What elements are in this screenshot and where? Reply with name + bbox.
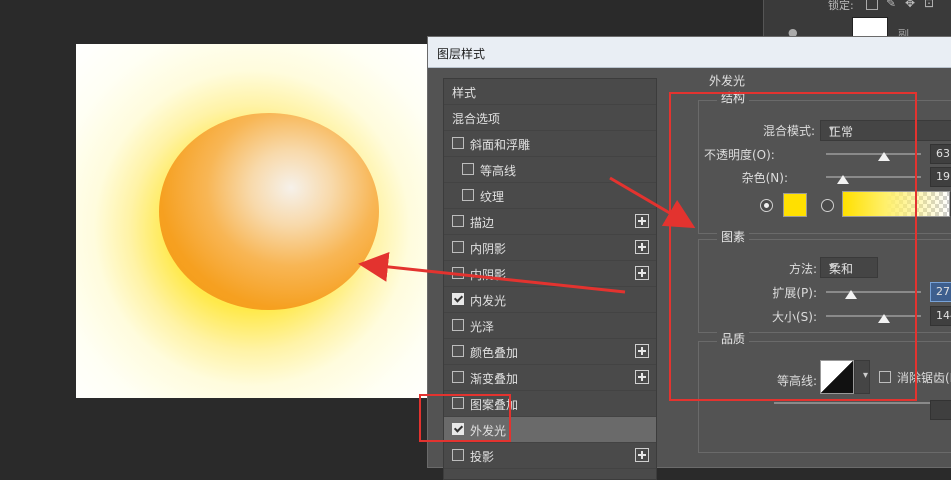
annotation-arrows: [358, 176, 696, 294]
arrow-to-sun: [358, 251, 626, 294]
arrow-to-settings: [609, 176, 696, 229]
